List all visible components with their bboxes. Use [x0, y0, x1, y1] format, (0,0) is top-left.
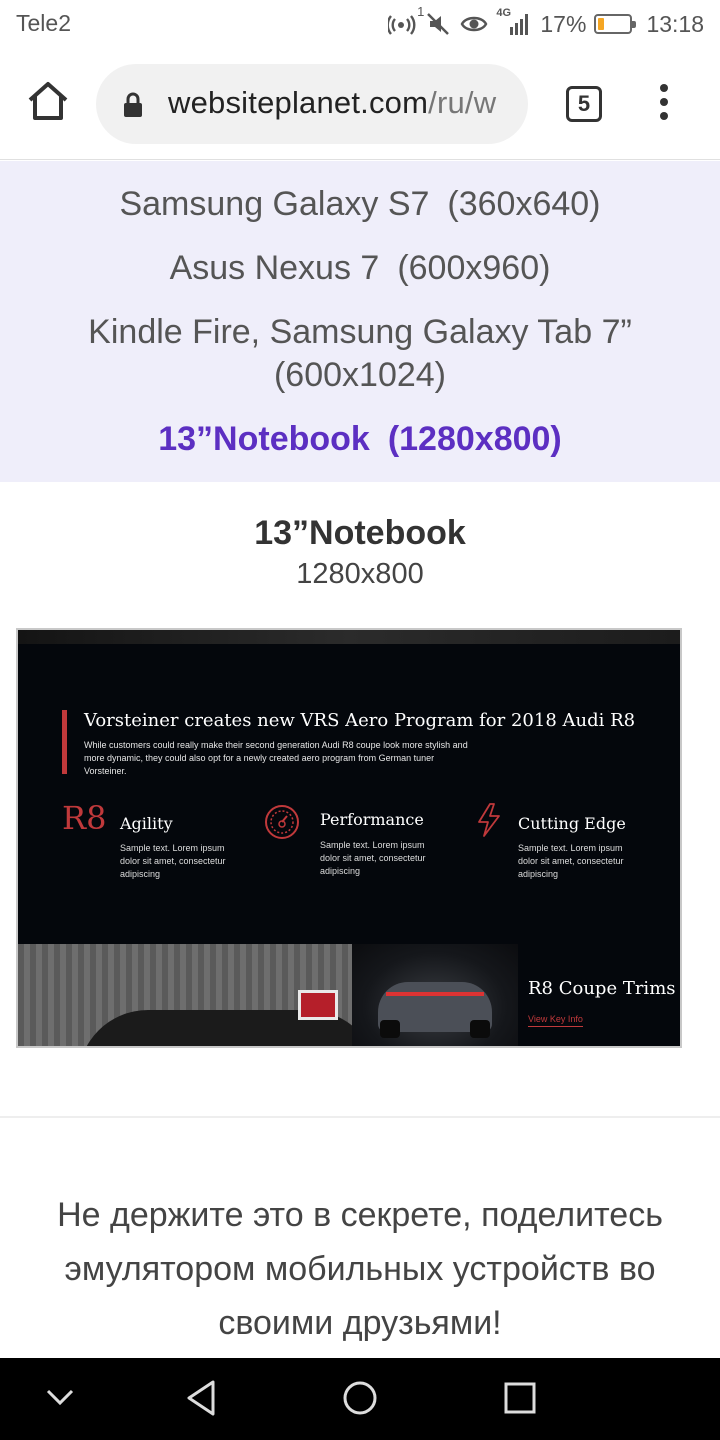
- device-list: Samsung Galaxy S7 (360x640) Asus Nexus 7 (…: [0, 161, 720, 482]
- status-bar: Tele2 1 4G 17% 13:18: [0, 0, 720, 48]
- preview-resolution: 1280x800: [296, 558, 424, 590]
- share-text: Не держите это в секрете, поделитесь эму…: [57, 1196, 663, 1342]
- r8-logo: R8: [62, 799, 107, 837]
- device-resolution: (1280x800): [387, 420, 562, 458]
- url-text: websiteplanet.com/ru/w: [168, 85, 496, 121]
- device-preview-frame[interactable]: Vorsteiner creates new VRS Aero Program …: [16, 628, 682, 1048]
- system-nav-bar: [0, 1358, 720, 1440]
- preview-gallery: R8 Coupe Trims View Key Info: [18, 944, 680, 1046]
- site-lead-text: While customers could really make their …: [84, 740, 468, 776]
- eye-icon: [460, 13, 488, 35]
- preview-title: 13”Notebook: [254, 514, 466, 552]
- device-name: 13”Notebook: [158, 420, 370, 458]
- feature-text: Sample text. Lorem ipsum dolor sit amet,…: [120, 843, 226, 879]
- feature-title: Agility: [120, 814, 173, 833]
- car-rear-photo: [352, 944, 518, 1046]
- home-circle-icon[interactable]: [342, 1378, 378, 1423]
- hide-keyboard-icon[interactable]: [44, 1386, 76, 1413]
- status-icons: 1 4G 17% 13:18: [388, 4, 704, 40]
- device-resolution: (360x640): [447, 185, 601, 223]
- device-name: Samsung Galaxy S7: [119, 185, 430, 223]
- recents-icon[interactable]: [504, 1382, 536, 1419]
- clock: 13:18: [646, 10, 704, 37]
- battery-icon: [594, 14, 637, 34]
- device-item[interactable]: Samsung Galaxy S7 (360x640): [0, 183, 720, 225]
- device-resolution: (600x960): [397, 249, 551, 287]
- device-resolution: (600x1024): [273, 356, 446, 394]
- home-button[interactable]: [24, 78, 72, 130]
- carrier-name: Tele2: [16, 10, 71, 36]
- device-name: Asus Nexus 7: [169, 249, 380, 287]
- back-icon[interactable]: [184, 1378, 218, 1423]
- speedometer-icon: [264, 804, 300, 845]
- lock-icon: [122, 92, 144, 123]
- url-host: websiteplanet.com: [168, 85, 429, 120]
- device-item[interactable]: Asus Nexus 7 (600x960): [0, 247, 720, 289]
- lightning-icon: [476, 802, 502, 843]
- battery-fill: [598, 18, 605, 30]
- signal-icon: 4G: [496, 7, 532, 37]
- accent-bar: [62, 710, 67, 774]
- view-key-info-link[interactable]: View Key Info: [528, 1014, 583, 1027]
- feature-cutting-edge: Cutting Edge Sample text. Lorem ipsum do…: [476, 802, 666, 892]
- device-item-selected[interactable]: 13”Notebook (1280x800): [0, 418, 720, 460]
- overflow-menu-icon[interactable]: [652, 84, 676, 124]
- trims-title: R8 Coupe Trims: [528, 978, 676, 999]
- feature-agility: R8 Agility Sample text. Lorem ipsum dolo…: [62, 802, 252, 892]
- tabs-icon[interactable]: 5: [566, 86, 602, 122]
- feature-performance: Performance Sample text. Lorem ipsum dol…: [264, 802, 454, 892]
- trims-panel: R8 Coupe Trims View Key Info: [518, 944, 680, 1046]
- address-bar[interactable]: websiteplanet.com/ru/w: [96, 64, 528, 144]
- section-divider: [0, 1116, 720, 1118]
- feature-title: Performance: [320, 810, 424, 829]
- url-path: /ru/w: [428, 85, 497, 120]
- feature-text: Sample text. Lorem ipsum dolor sit amet,…: [518, 843, 624, 879]
- device-item[interactable]: Kindle Fire, Samsung Galaxy Tab 7” (600x1…: [60, 311, 660, 397]
- hotspot-icon: 1: [388, 4, 424, 38]
- preview-top-strip: [18, 630, 680, 644]
- home-icon: [28, 82, 68, 120]
- battery-percent: 17%: [540, 10, 587, 37]
- device-name: Kindle Fire, Samsung Galaxy Tab 7”: [88, 313, 632, 351]
- car-garage-photo: [18, 944, 352, 1046]
- site-headline: Vorsteiner creates new VRS Aero Program …: [84, 710, 636, 731]
- feature-text: Sample text. Lorem ipsum dolor sit amet,…: [320, 840, 426, 876]
- feature-title: Cutting Edge: [518, 814, 626, 833]
- browser-toolbar: websiteplanet.com/ru/w 5: [0, 48, 720, 160]
- mute-icon: [426, 11, 452, 37]
- hotspot-badge: 1: [417, 4, 425, 19]
